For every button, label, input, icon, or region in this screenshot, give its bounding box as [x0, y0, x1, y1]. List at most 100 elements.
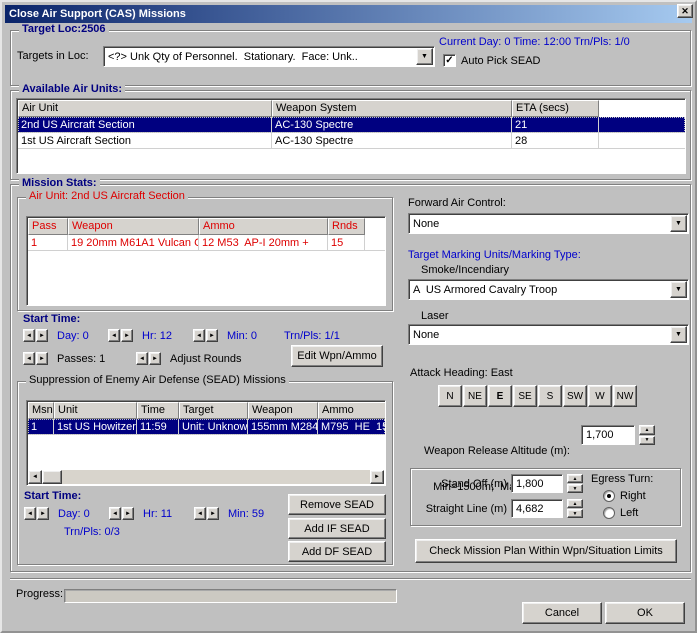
targets-in-loc-dropdown[interactable]: <?> Unk Qty of Personnel. Stationary. Fa… [103, 46, 435, 67]
col-rnds[interactable]: Rnds [328, 218, 365, 235]
dropdown-arrow-button[interactable]: ▼ [670, 326, 687, 343]
wra-spinner[interactable]: ▲▼ [639, 425, 655, 445]
stand-off-field[interactable]: 1,800 [511, 474, 563, 493]
spin-right-button[interactable]: ► [207, 507, 219, 520]
col-weapon-system[interactable]: Weapon System [272, 100, 512, 117]
heading-e-button[interactable]: E [488, 385, 512, 407]
spin-left-button[interactable]: ◄ [24, 507, 36, 520]
col-unit[interactable]: Unit [54, 402, 137, 419]
sead-trn-pls-value: Trn/Pls: 0/3 [64, 526, 120, 538]
add-if-sead-button[interactable]: Add IF SEAD [288, 518, 386, 539]
auto-pick-sead-checkbox-row[interactable]: ✓ Auto Pick SEAD [443, 54, 540, 67]
hour-spinner[interactable]: ◄► [108, 329, 133, 342]
spin-left-button[interactable]: ◄ [193, 329, 205, 342]
minute-spinner[interactable]: ◄► [193, 329, 218, 342]
spin-right-button[interactable]: ► [36, 329, 48, 342]
col-sead-ammo[interactable]: Ammo [318, 402, 386, 419]
adjust-rounds-label: Adjust Rounds [170, 353, 242, 365]
sead-table-header: Msn Unit Time Target Weapon Ammo [28, 402, 385, 419]
col-time[interactable]: Time [137, 402, 179, 419]
col-pass[interactable]: Pass [28, 218, 68, 235]
spin-left-button[interactable]: ◄ [23, 329, 35, 342]
ok-button[interactable]: OK [605, 602, 685, 624]
spin-up-button[interactable]: ▲ [639, 425, 655, 435]
air-unit-row[interactable]: 1st US Aircraft Section AC-130 Spectre 2… [18, 133, 685, 149]
col-air-unit[interactable]: Air Unit [18, 100, 272, 117]
heading-ne-button[interactable]: NE [463, 385, 487, 407]
air-units-table-header: Air Unit Weapon System ETA (secs) [18, 100, 685, 117]
sead-hour-spinner[interactable]: ◄► [109, 507, 134, 520]
radio-checked-icon[interactable] [603, 490, 615, 502]
spin-right-button[interactable]: ► [149, 352, 161, 365]
weapon-release-altitude-field[interactable]: 1,700 [581, 425, 635, 445]
heading-nw-button[interactable]: NW [613, 385, 637, 407]
spin-right-button[interactable]: ► [122, 507, 134, 520]
egress-right-radio[interactable]: Right [603, 490, 646, 502]
spin-left-button[interactable]: ◄ [23, 352, 35, 365]
scroll-right-button[interactable]: ► [370, 470, 384, 484]
sead-day-spinner[interactable]: ◄► [24, 507, 49, 520]
dropdown-arrow-button[interactable]: ▼ [670, 215, 687, 232]
spin-right-button[interactable]: ► [37, 507, 49, 520]
checkbox-checked-icon[interactable]: ✓ [443, 54, 456, 67]
forward-air-control-label: Forward Air Control: [408, 197, 506, 209]
spin-left-button[interactable]: ◄ [136, 352, 148, 365]
stand-off-spinner[interactable]: ▲▼ [567, 474, 583, 493]
cell-air-unit: 1st US Aircraft Section [18, 133, 272, 148]
weapon-pass-row[interactable]: 1 19 20mm M61A1 Vulcan C 12 M53 AP-I 20m… [28, 235, 385, 251]
spin-left-button[interactable]: ◄ [108, 329, 120, 342]
heading-s-button[interactable]: S [538, 385, 562, 407]
col-sead-weapon[interactable]: Weapon [248, 402, 318, 419]
close-button[interactable]: ✕ [677, 4, 693, 18]
smoke-incendiary-dropdown[interactable]: A US Armored Cavalry Troop ▼ [408, 279, 689, 300]
check-mission-plan-button[interactable]: Check Mission Plan Within Wpn/Situation … [415, 539, 677, 563]
air-unit-stats-label: Air Unit: 2nd US Aircraft Section [26, 190, 188, 203]
spin-down-button[interactable]: ▼ [567, 509, 583, 518]
smoke-value: A US Armored Cavalry Troop [413, 284, 557, 296]
spin-down-button[interactable]: ▼ [639, 436, 655, 446]
heading-sw-button[interactable]: SW [563, 385, 587, 407]
col-target[interactable]: Target [179, 402, 248, 419]
col-eta[interactable]: ETA (secs) [512, 100, 599, 117]
spin-right-button[interactable]: ► [206, 329, 218, 342]
add-df-sead-button[interactable]: Add DF SEAD [288, 541, 386, 562]
heading-w-button[interactable]: W [588, 385, 612, 407]
laser-dropdown[interactable]: None ▼ [408, 324, 689, 345]
spin-left-button[interactable]: ◄ [194, 507, 206, 520]
title-bar[interactable]: Close Air Support (CAS) Missions [5, 5, 692, 23]
col-weapon[interactable]: Weapon [68, 218, 199, 235]
heading-se-button[interactable]: SE [513, 385, 537, 407]
heading-n-button[interactable]: N [438, 385, 462, 407]
scroll-thumb[interactable] [42, 470, 62, 484]
spin-up-button[interactable]: ▲ [567, 474, 583, 483]
col-msn[interactable]: Msn [28, 402, 54, 419]
straight-line-field[interactable]: 4,682 [511, 499, 563, 518]
spin-right-button[interactable]: ► [36, 352, 48, 365]
spin-right-button[interactable]: ► [121, 329, 133, 342]
sead-table-hscrollbar[interactable]: ◄ ► [28, 470, 384, 484]
spin-left-button[interactable]: ◄ [109, 507, 121, 520]
air-unit-stats-group: Air Unit: 2nd US Aircraft Section Pass W… [17, 197, 393, 311]
dropdown-arrow-button[interactable]: ▼ [416, 48, 433, 65]
air-unit-row-selected[interactable]: 2nd US Aircraft Section AC-130 Spectre 2… [18, 117, 685, 133]
remove-sead-button[interactable]: Remove SEAD [288, 494, 386, 515]
day-spinner[interactable]: ◄► [23, 329, 48, 342]
spin-down-button[interactable]: ▼ [567, 484, 583, 493]
forward-air-control-dropdown[interactable]: None ▼ [408, 213, 689, 234]
edit-wpn-ammo-button[interactable]: Edit Wpn/Ammo [291, 345, 383, 367]
footer-separator [10, 578, 691, 580]
adjust-rounds-spinner[interactable]: ◄► [136, 352, 161, 365]
scroll-left-button[interactable]: ◄ [28, 470, 42, 484]
spin-up-button[interactable]: ▲ [567, 499, 583, 508]
sead-row-selected[interactable]: 1 1st US Howitzer 11:59 Unit: Unknown 15… [28, 419, 385, 435]
scroll-track[interactable] [62, 470, 370, 484]
dropdown-arrow-button[interactable]: ▼ [670, 281, 687, 298]
egress-left-radio[interactable]: Left [603, 507, 638, 519]
straight-line-spinner[interactable]: ▲▼ [567, 499, 583, 518]
passes-spinner[interactable]: ◄► [23, 352, 48, 365]
smoke-incendiary-label: Smoke/Incendiary [421, 264, 509, 276]
sead-minute-spinner[interactable]: ◄► [194, 507, 219, 520]
radio-unchecked-icon[interactable] [603, 507, 615, 519]
col-ammo[interactable]: Ammo [199, 218, 328, 235]
cancel-button[interactable]: Cancel [522, 602, 602, 624]
